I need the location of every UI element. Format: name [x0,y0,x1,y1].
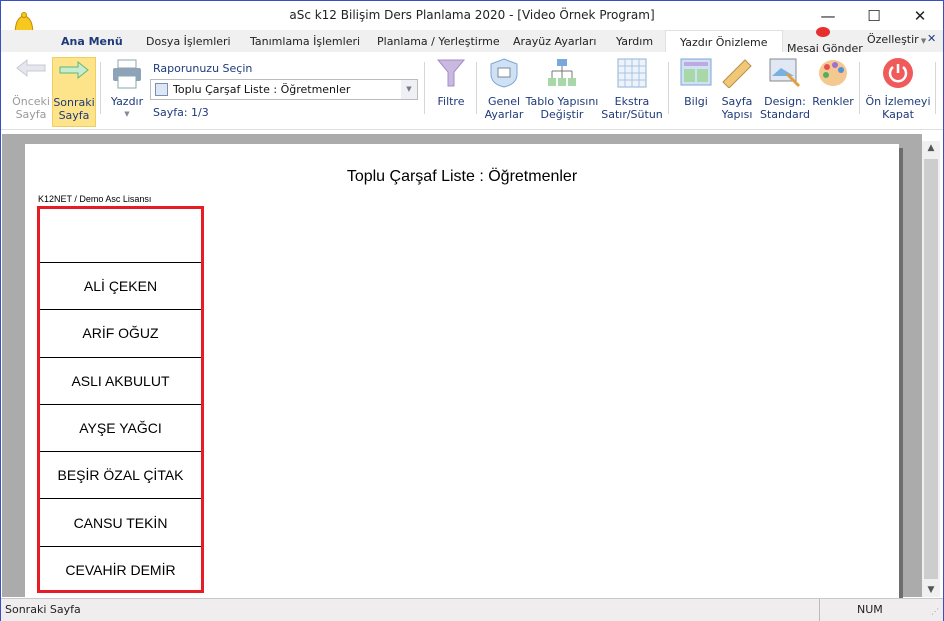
scroll-thumb[interactable] [924,159,938,579]
report-select[interactable]: Toplu Çarşaf Liste : Öğretmenler ▼ [150,79,418,100]
info-label: Bilgi [684,95,708,108]
preview-page: Toplu Çarşaf Liste : Öğretmenler K12NET … [25,144,899,604]
vertical-scrollbar[interactable]: ▲ ▼ [922,141,940,597]
arrow-right-icon [59,60,89,80]
filter-button[interactable]: Filtre [433,52,469,124]
grid-icon [617,58,647,88]
report-title: Toplu Çarşaf Liste : Öğretmenler [346,168,578,185]
extra-row-column-label: Ekstra Satır/Sütun [601,95,663,121]
table-header-cell [40,209,201,262]
previous-page-button[interactable]: Önceki Sayfa [10,52,52,124]
license-text: K12NET / Demo Asc Lisansı [38,194,152,204]
close-preview-button[interactable]: Ön İzlemeyi Kapat [865,52,931,124]
menu-tabs: Ana Menü Dosya İşlemleri Tanımlama İşlem… [1,27,943,55]
colors-button[interactable]: Renkler [811,52,855,124]
status-text: Sonraki Sayfa [5,603,81,616]
chevron-down-icon[interactable]: ▼ [401,80,417,99]
arrow-left-icon [16,58,46,78]
status-bar: Sonraki Sayfa NUM ⋰ [1,598,943,621]
separator [859,62,860,114]
design-label: Design: Standard [759,95,811,121]
print-label: Yazdır [110,95,144,108]
ribbon: Önceki Sayfa Sonraki Sayfa Yazdır ▼ Rapo… [1,52,943,130]
teacher-table: ALİ ÇEKEN ARİF OĞUZ ASLI AKBULUT AYŞE YA… [37,206,204,593]
table-row: CEVAHİR DEMİR [40,545,201,593]
monkey-icon [816,27,830,37]
separator [935,62,936,114]
tab-dosya[interactable]: Dosya İşlemleri [146,35,231,48]
page-info: Sayfa: 1/3 [153,106,209,119]
scroll-down-icon[interactable]: ▼ [922,585,940,595]
report-label: Raporunuzu Seçin [153,62,253,75]
maximize-button[interactable]: ☐ [851,1,897,30]
scroll-up-icon[interactable]: ▲ [922,143,940,153]
picture-edit-icon [769,58,801,88]
app-window: aSc k12 Bilişim Ders Planlama 2020 - [Vi… [0,0,944,621]
printer-icon [113,59,141,89]
customize-menu[interactable]: Özelleştir ▼ [867,33,926,46]
message-button[interactable]: Mesaj Gönder [787,27,863,55]
table-structure-button[interactable]: Tablo Yapısını Değiştir [525,52,599,124]
minimize-button[interactable]: — [805,1,851,30]
palette-icon [819,60,847,86]
chevron-down-icon: ▼ [124,110,130,118]
ribbon-close-icon[interactable]: ✕ [927,32,936,45]
tab-arayuz[interactable]: Arayüz Ayarları [513,35,596,48]
previous-page-label: Önceki Sayfa [12,95,50,121]
table-row: CANSU TEKİN [40,498,201,545]
tab-yazdir-onizleme[interactable]: Yazdır Önizleme [665,30,783,53]
tab-tanimlama[interactable]: Tanımlama İşlemleri [250,35,360,48]
power-icon [883,58,913,88]
report-value: Toplu Çarşaf Liste : Öğretmenler [173,83,351,96]
general-settings-label: Genel Ayarlar [484,95,524,121]
extra-row-column-button[interactable]: Ekstra Satır/Sütun [601,52,663,124]
title-bar: aSc k12 Bilişim Ders Planlama 2020 - [Vi… [1,1,943,40]
general-settings-button[interactable]: Genel Ayarlar [483,52,525,124]
separator [819,599,820,621]
page-setup-button[interactable]: Sayfa Yapısı [717,52,757,124]
filter-icon [436,59,466,87]
next-page-button[interactable]: Sonraki Sayfa [52,57,96,127]
shield-icon [490,58,518,88]
num-lock-indicator: NUM [857,603,883,616]
page-setup-label: Sayfa Yapısı [721,95,753,121]
chevron-down-icon: ▼ [918,37,927,45]
print-preview-area: Toplu Çarşaf Liste : Öğretmenler K12NET … [2,134,922,604]
resize-grip-icon[interactable]: ⋰ [931,607,939,616]
table-row: ARİF OĞUZ [40,309,201,356]
tab-yardim[interactable]: Yardım [616,35,653,48]
layout-icon [680,58,712,86]
table-row: AYŞE YAĞCI [40,403,201,451]
separator [100,62,101,114]
close-button[interactable]: ✕ [897,1,943,30]
ruler-icon [722,59,752,88]
separator [424,62,425,114]
table-row: ASLI AKBULUT [40,356,201,404]
report-icon [155,83,168,96]
window-title: aSc k12 Bilişim Ders Planlama 2020 - [Vi… [289,8,655,22]
info-button[interactable]: Bilgi [677,52,715,124]
table-row: ALİ ÇEKEN [40,262,201,309]
tab-planlama[interactable]: Planlama / Yerleştirme [377,35,500,48]
customize-label: Özelleştir [867,33,919,46]
tab-ana-menu[interactable]: Ana Menü [61,35,123,48]
filter-label: Filtre [437,95,465,108]
design-button[interactable]: Design: Standard [759,52,811,124]
close-preview-label: Ön İzlemeyi Kapat [865,95,931,121]
table-structure-label: Tablo Yapısını Değiştir [525,95,599,121]
hierarchy-icon [548,59,576,86]
print-button[interactable]: Yazdır ▼ [107,52,147,124]
table-row: BEŞİR ÖZAL ÇİTAK [40,451,201,498]
next-page-label: Sonraki Sayfa [53,96,95,122]
separator [668,62,669,114]
separator [476,62,477,114]
colors-label: Renkler [812,95,854,108]
